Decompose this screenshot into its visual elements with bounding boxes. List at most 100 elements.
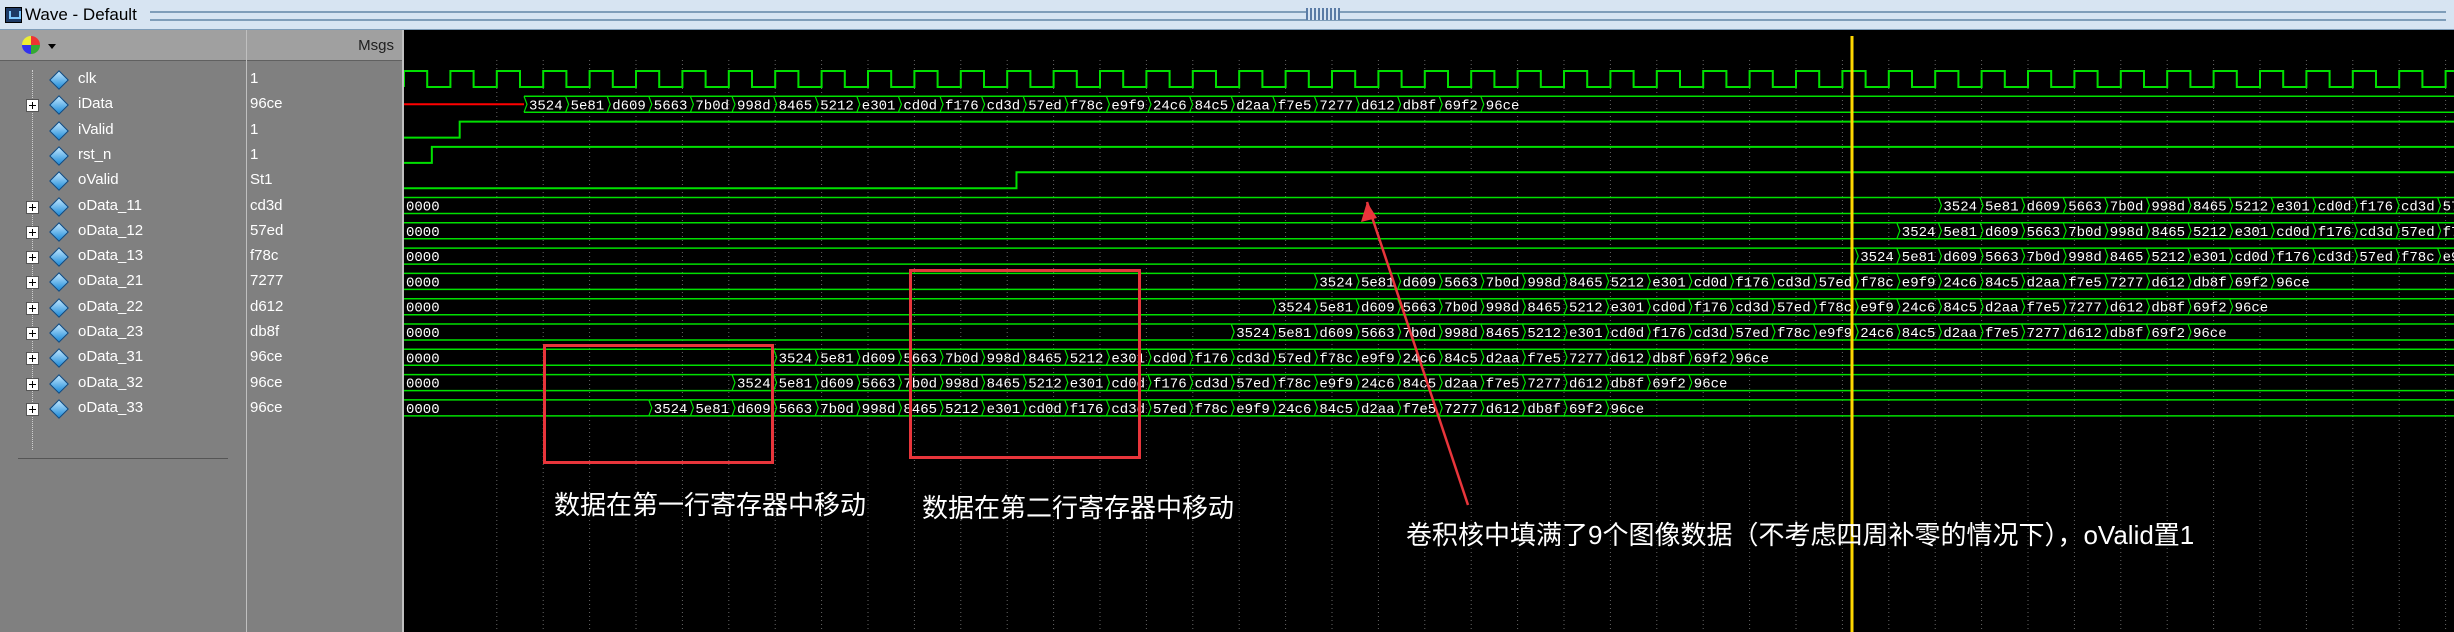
- signal-name: oData_23: [78, 323, 144, 340]
- bus-value: 7b0d: [1444, 301, 1478, 317]
- signal-row-ovalid[interactable]: oValid: [0, 168, 246, 193]
- bus-transition: [1605, 399, 1610, 417]
- bus-value: 5663: [779, 402, 813, 418]
- bus-odata-21[interactable]: 0000 3524 5e81 d609 5663 7b0d 998d 8465 5212 e301…: [404, 272, 2454, 291]
- expand-icon[interactable]: [26, 276, 39, 290]
- bus-value: e9f9: [1236, 402, 1270, 418]
- signal-row-odata-22[interactable]: oData_22: [0, 295, 246, 320]
- bus-transition: [1272, 349, 1277, 366]
- bus-value: f7e5: [1486, 377, 1520, 393]
- signal-row-odata-12[interactable]: oData_12: [0, 219, 246, 244]
- bus-value: d612: [1611, 351, 1645, 367]
- clk-wave[interactable]: [404, 70, 2454, 88]
- bus-odata-13[interactable]: 0000 3524 5e81 d609 5663 7b0d 998d 8465 5212 e301…: [404, 247, 2454, 266]
- signal-row-rst-n[interactable]: rst_n: [0, 143, 246, 168]
- signal-diamond-icon: [49, 171, 69, 192]
- bus-value: 7b0d: [820, 402, 854, 418]
- signal-row-idata[interactable]: iData: [0, 92, 246, 117]
- bus-odata-22[interactable]: 0000 3524 5e81 d609 5663 7b0d 998d 8465 5212 e301…: [404, 297, 2454, 317]
- bus-transition: [1771, 298, 1776, 315]
- ivalid-wave[interactable]: [404, 120, 2454, 139]
- bus-value: 998d: [1486, 301, 1520, 317]
- bus-transition: [1979, 197, 1984, 214]
- bus-odata-12[interactable]: 0000 3524 5e81 d609 5663 7b0d 998d 8465 5212 e301…: [404, 222, 2454, 241]
- bus-value: d612: [1486, 402, 1520, 418]
- bus-init-segment: [404, 247, 1856, 265]
- bus-value: 57ed: [1236, 377, 1270, 393]
- expand-icon[interactable]: [26, 301, 39, 315]
- bus-transition: [2312, 247, 2317, 265]
- bus-transition: [773, 374, 778, 391]
- signal-row-odata-11[interactable]: oData_11: [0, 194, 246, 219]
- signal-row-odata-31[interactable]: oData_31: [0, 345, 246, 370]
- signal-row-ivalid[interactable]: iValid: [0, 118, 246, 143]
- expand-icon[interactable]: [26, 251, 39, 265]
- bus-value: 96ce: [1735, 351, 1769, 367]
- wave-manager-icon[interactable]: [22, 36, 40, 54]
- bus-value: e9f9: [1819, 326, 1853, 342]
- bus-transition: [1313, 399, 1319, 417]
- bus-transition: [2104, 222, 2109, 240]
- bus-transition: [1189, 349, 1194, 366]
- signal-value-row: 57ed: [247, 219, 402, 244]
- signal-row-clk[interactable]: clk: [0, 67, 246, 92]
- bus-value: 8465: [1527, 301, 1561, 317]
- signal-row-odata-33[interactable]: oData_33: [0, 396, 246, 421]
- expand-icon[interactable]: [26, 225, 39, 239]
- bus-transition: [2312, 222, 2317, 240]
- bus-transition: [1480, 349, 1485, 366]
- bus-transition: [2104, 298, 2109, 315]
- bus-value: cd0d: [1153, 351, 1187, 367]
- bus-value: cd0d: [2318, 200, 2352, 216]
- bus-value: e9f9: [1111, 98, 1145, 114]
- bus-odata-11[interactable]: 0000 3524 5e81 d609 5663 7b0d 998d 8465 5212 e301…: [404, 196, 2454, 216]
- bus-transition: [1355, 399, 1360, 417]
- ovalid-wave[interactable]: [404, 171, 2454, 190]
- chevron-down-icon[interactable]: [48, 44, 56, 49]
- expand-icon[interactable]: [26, 352, 39, 366]
- bus-transition: [1230, 96, 1235, 113]
- bus-transition: [1605, 298, 1610, 315]
- bus-value: db8f: [2110, 326, 2144, 342]
- window-drag-handle[interactable]: [1306, 8, 1340, 20]
- bus-value: d609: [862, 351, 896, 367]
- bus-transition: [689, 96, 695, 113]
- signal-diamond-icon: [49, 120, 69, 141]
- signal-diamond-icon: [49, 70, 69, 90]
- signal-diamond-icon: [49, 373, 69, 394]
- waveform-pane[interactable]: 3524 5e81 d609 5663 7b0d 998d 8465 5212 e301 cd0d…: [404, 30, 2454, 632]
- signal-value: f78c: [250, 247, 279, 265]
- expand-icon[interactable]: [26, 377, 39, 391]
- bus-transition: [2229, 273, 2234, 290]
- bus-init-value: 0000: [406, 200, 440, 216]
- rst-n-wave[interactable]: [404, 145, 2454, 164]
- annotation-box-row1: [543, 344, 774, 464]
- bus-transition: [1979, 222, 1984, 240]
- bus-value: d609: [1319, 326, 1353, 342]
- bus-odata-23[interactable]: 0000 3524 5e81 d609 5663 7b0d 998d 8465 5212 e301…: [404, 323, 2454, 342]
- expand-icon[interactable]: [26, 402, 39, 416]
- bus-value: d609: [2027, 200, 2061, 216]
- bus-transition: [1688, 349, 1693, 366]
- expand-icon[interactable]: [26, 200, 39, 214]
- bus-value: 3524: [1860, 250, 1894, 266]
- bus-idata[interactable]: 3524 5e81 d609 5663 7b0d 998d 8465 5212 e301 cd0d…: [404, 95, 2454, 114]
- signal-value-row: db8f: [247, 320, 402, 345]
- signal-row-odata-32[interactable]: oData_32: [0, 371, 246, 396]
- bus-value: 5e81: [779, 377, 813, 393]
- bus-transition: [1563, 374, 1568, 391]
- signal-row-odata-23[interactable]: oData_23: [0, 320, 246, 345]
- bus-transition: [2021, 323, 2026, 341]
- expand-icon[interactable]: [26, 99, 39, 113]
- expand-icon[interactable]: [26, 327, 39, 340]
- bus-init-segment: [404, 222, 1897, 240]
- bus-transition: [1147, 349, 1152, 366]
- signal-name: oData_12: [78, 221, 144, 239]
- signal-row-odata-13[interactable]: oData_13: [0, 244, 246, 269]
- bus-transition: [1979, 273, 1984, 290]
- bus-transition: [2104, 273, 2109, 290]
- bus-value: 24c6: [1943, 275, 1977, 291]
- signal-row-odata-21[interactable]: oData_21: [0, 269, 246, 294]
- bus-transition: [1646, 273, 1651, 290]
- signal-value-row: 1: [247, 67, 402, 92]
